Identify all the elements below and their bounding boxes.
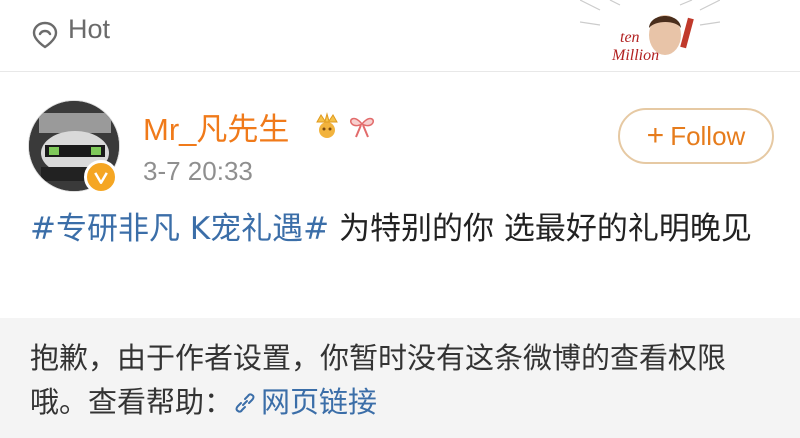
post-timestamp: 3-7 20:33: [143, 156, 253, 186]
svg-text:ten: ten: [620, 29, 640, 46]
svg-text:Million: Million: [611, 47, 659, 64]
follow-label: Follow: [670, 120, 746, 151]
gift-bow-icon: [350, 117, 374, 138]
plus-icon: +: [646, 119, 665, 152]
username[interactable]: Mr_凡先生: [143, 104, 289, 149]
follow-button[interactable]: + Follow: [618, 108, 774, 164]
post-text: 为特别的你 选最好的礼明晚见: [329, 211, 752, 247]
restricted-text-block: 抱歉，由于作者设置，你暂时没有这条微博的查看权限哦。查看帮助： 网页链接: [30, 336, 770, 424]
crown-icon: [316, 112, 338, 138]
verified-icon: [84, 160, 118, 194]
post-body: #专研非凡 K宠礼遇# 为特别的你 选最好的礼明晚见: [30, 206, 780, 252]
link-icon: [235, 393, 255, 413]
location-hot-icon: [32, 21, 58, 49]
hot-label[interactable]: Hot: [68, 14, 110, 45]
web-link[interactable]: 网页链接: [233, 385, 377, 419]
celebrity-sticker-icon: ten Million: [580, 0, 720, 64]
restricted-message: 抱歉，由于作者设置，你暂时没有这条微博的查看权限哦。查看帮助：: [30, 341, 727, 419]
hashtag-link[interactable]: #专研非凡 K宠礼遇#: [30, 211, 329, 247]
restricted-notice: 抱歉，由于作者设置，你暂时没有这条微博的查看权限哦。查看帮助： 网页链接: [0, 318, 800, 438]
web-link-label: 网页链接: [261, 385, 378, 419]
